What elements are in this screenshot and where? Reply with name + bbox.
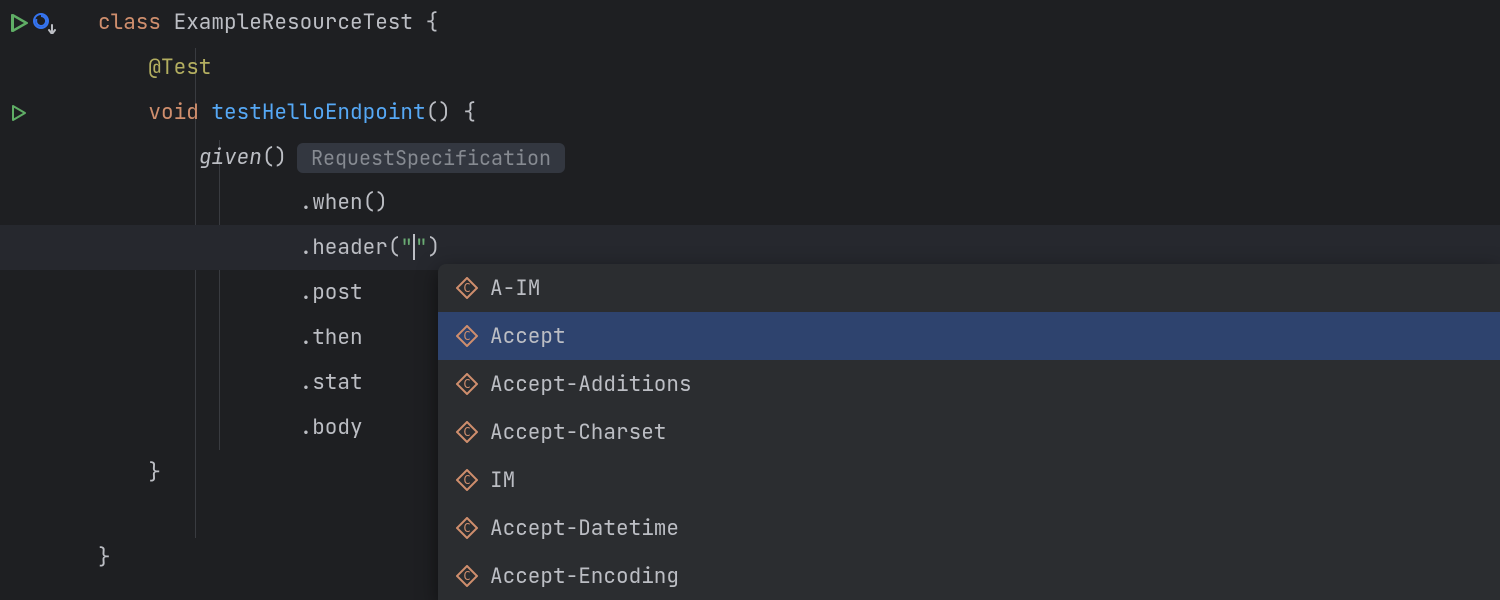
- run-method-icon[interactable]: [8, 103, 28, 123]
- completion-item[interactable]: C Accept-Additions: [438, 360, 1500, 408]
- completion-item[interactable]: C Accept-Charset: [438, 408, 1500, 456]
- completion-label: Accept-Encoding: [490, 563, 679, 590]
- completion-label: Accept-Datetime: [490, 515, 679, 542]
- completion-item[interactable]: C IM: [438, 456, 1500, 504]
- svg-text:C: C: [463, 473, 470, 487]
- completion-label: A-IM: [490, 275, 540, 302]
- completion-label: Accept-Charset: [490, 419, 666, 446]
- svg-text:C: C: [463, 329, 470, 343]
- completion-item[interactable]: C Accept: [438, 312, 1500, 360]
- code-line: .when(): [98, 180, 1500, 225]
- svg-text:C: C: [463, 425, 470, 439]
- constant-icon: C: [456, 421, 478, 443]
- svg-text:C: C: [463, 569, 470, 583]
- constant-icon: C: [456, 469, 478, 491]
- method-name: testHelloEndpoint: [211, 99, 425, 126]
- constant-icon: C: [456, 517, 478, 539]
- svg-text:C: C: [463, 281, 470, 295]
- gutter: [0, 0, 78, 600]
- svg-text:C: C: [463, 377, 470, 391]
- constant-icon: C: [456, 277, 478, 299]
- completion-popup[interactable]: C A-IM C Accept C Accept-Additions C Accept-Cha…: [438, 264, 1500, 600]
- completion-item[interactable]: C Accept-Encoding: [438, 552, 1500, 600]
- completion-item[interactable]: C Accept-Datetime: [438, 504, 1500, 552]
- completion-item[interactable]: C A-IM: [438, 264, 1500, 312]
- code-line: @Test: [98, 45, 1500, 90]
- code-line: void testHelloEndpoint() {: [98, 90, 1500, 135]
- keyword: class: [98, 9, 161, 36]
- constant-icon: C: [456, 373, 478, 395]
- inlay-hint: RequestSpecification: [297, 143, 565, 173]
- run-refresh-icon[interactable]: [32, 12, 58, 34]
- svg-text:C: C: [463, 521, 470, 535]
- method-call: given: [199, 144, 262, 171]
- completion-label: Accept: [490, 323, 566, 350]
- constant-icon: C: [456, 565, 478, 587]
- constant-icon: C: [456, 325, 478, 347]
- text-caret: [413, 234, 415, 260]
- code-line: given()RequestSpecification: [98, 135, 1500, 180]
- completion-label: IM: [490, 467, 515, 494]
- completion-label: Accept-Additions: [490, 371, 692, 398]
- run-class-icon[interactable]: [8, 13, 28, 33]
- annotation: @Test: [148, 54, 211, 81]
- code-line: class ExampleResourceTest {: [98, 0, 1500, 45]
- class-name: ExampleResourceTest: [174, 9, 413, 36]
- keyword: void: [148, 99, 198, 126]
